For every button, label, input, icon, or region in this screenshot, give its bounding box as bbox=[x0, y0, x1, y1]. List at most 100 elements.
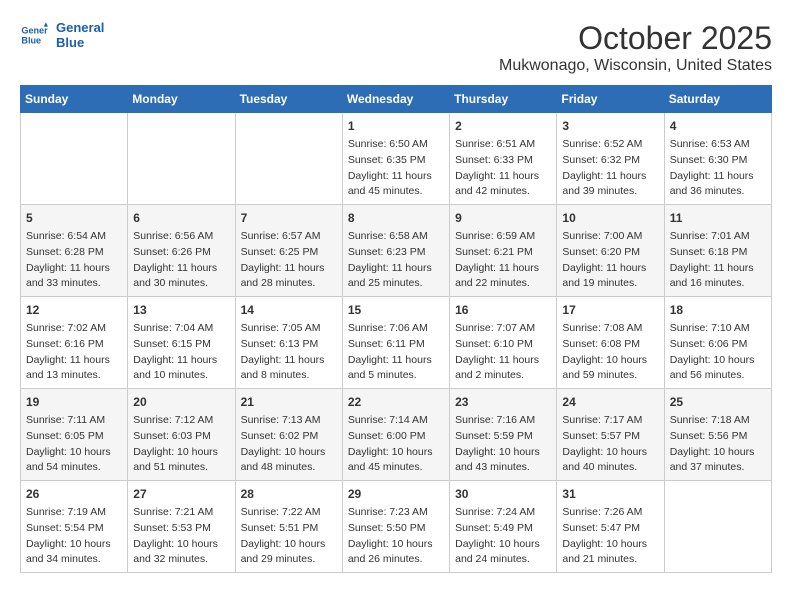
day-number: 7 bbox=[241, 209, 337, 227]
calendar-cell: 16 Sunrise: 7:07 AM Sunset: 6:10 PM Dayli… bbox=[450, 297, 557, 389]
day-info: Sunrise: 7:22 AM Sunset: 5:51 PM Dayligh… bbox=[241, 505, 337, 568]
day-info: Sunrise: 6:57 AM Sunset: 6:25 PM Dayligh… bbox=[241, 229, 337, 292]
day-number: 3 bbox=[562, 117, 658, 135]
calendar-cell bbox=[21, 113, 128, 205]
calendar-cell: 27Sunrise: 7:21 AM Sunset: 5:53 PM Dayli… bbox=[128, 481, 235, 573]
calendar-title: October 2025 bbox=[499, 20, 772, 57]
day-number: 17 bbox=[562, 301, 658, 319]
day-info: Sunrise: 6:58 AM Sunset: 6:23 PM Dayligh… bbox=[348, 229, 444, 292]
calendar-cell: 9Sunrise: 6:59 AM Sunset: 6:21 PM Daylig… bbox=[450, 205, 557, 297]
calendar-week-row: 1Sunrise: 6:50 AM Sunset: 6:35 PM Daylig… bbox=[21, 113, 772, 205]
calendar-cell: 18 Sunrise: 7:10 AM Sunset: 6:06 PM Dayli… bbox=[664, 297, 771, 389]
calendar-cell: 26 Sunrise: 7:19 AM Sunset: 5:54 PM Dayli… bbox=[21, 481, 128, 573]
day-number: 10 bbox=[562, 209, 658, 227]
logo: General Blue General Blue bbox=[20, 20, 104, 50]
day-info: Sunrise: 7:18 AM Sunset: 5:56 PM Dayligh… bbox=[670, 413, 766, 476]
weekday-header: Tuesday bbox=[235, 86, 342, 113]
day-number: 31 bbox=[562, 485, 658, 503]
day-number: 21 bbox=[241, 393, 337, 411]
day-info: Sunrise: 7:01 AM Sunset: 6:18 PM Dayligh… bbox=[670, 229, 766, 292]
calendar-cell: 1Sunrise: 6:50 AM Sunset: 6:35 PM Daylig… bbox=[342, 113, 449, 205]
day-info: Sunrise: 7:04 AM Sunset: 6:15 PM Dayligh… bbox=[133, 321, 229, 384]
day-info: Sunrise: 7:12 AM Sunset: 6:03 PM Dayligh… bbox=[133, 413, 229, 476]
day-number: 14 bbox=[241, 301, 337, 319]
day-number: 27 bbox=[133, 485, 229, 503]
day-info: Sunrise: 7:11 AM Sunset: 6:05 PM Dayligh… bbox=[26, 413, 122, 476]
calendar-body: 1Sunrise: 6:50 AM Sunset: 6:35 PM Daylig… bbox=[21, 113, 772, 573]
weekday-header: Monday bbox=[128, 86, 235, 113]
day-info: Sunrise: 6:56 AM Sunset: 6:26 PM Dayligh… bbox=[133, 229, 229, 292]
calendar-cell: 6 Sunrise: 6:56 AM Sunset: 6:26 PM Daylig… bbox=[128, 205, 235, 297]
calendar-cell: 13 Sunrise: 7:04 AM Sunset: 6:15 PM Dayli… bbox=[128, 297, 235, 389]
day-info: Sunrise: 6:52 AM Sunset: 6:32 PM Dayligh… bbox=[562, 137, 658, 200]
calendar-cell bbox=[235, 113, 342, 205]
calendar-cell: 7 Sunrise: 6:57 AM Sunset: 6:25 PM Daylig… bbox=[235, 205, 342, 297]
day-number: 25 bbox=[670, 393, 766, 411]
title-block: October 2025 Mukwonago, Wisconsin, Unite… bbox=[499, 20, 772, 75]
calendar-cell: 31 Sunrise: 7:26 AM Sunset: 5:47 PM Dayli… bbox=[557, 481, 664, 573]
svg-text:Blue: Blue bbox=[21, 35, 41, 45]
day-number: 8 bbox=[348, 209, 444, 227]
calendar-cell: 21Sunrise: 7:13 AM Sunset: 6:02 PM Dayli… bbox=[235, 389, 342, 481]
logo-icon: General Blue bbox=[20, 21, 48, 49]
day-number: 28 bbox=[241, 485, 337, 503]
day-number: 9 bbox=[455, 209, 551, 227]
day-info: Sunrise: 7:05 AM Sunset: 6:13 PM Dayligh… bbox=[241, 321, 337, 384]
day-info: Sunrise: 6:54 AM Sunset: 6:28 PM Dayligh… bbox=[26, 229, 122, 292]
day-info: Sunrise: 7:17 AM Sunset: 5:57 PM Dayligh… bbox=[562, 413, 658, 476]
calendar-cell: 11 Sunrise: 7:01 AM Sunset: 6:18 PM Dayli… bbox=[664, 205, 771, 297]
page-header: General Blue General Blue October 2025 M… bbox=[20, 20, 772, 75]
calendar-cell: 19 Sunrise: 7:11 AM Sunset: 6:05 PM Dayli… bbox=[21, 389, 128, 481]
calendar-cell: 23Sunrise: 7:16 AM Sunset: 5:59 PM Dayli… bbox=[450, 389, 557, 481]
calendar-cell: 3 Sunrise: 6:52 AM Sunset: 6:32 PM Daylig… bbox=[557, 113, 664, 205]
logo-text-line2: Blue bbox=[56, 35, 104, 50]
calendar-cell: 15 Sunrise: 7:06 AM Sunset: 6:11 PM Dayli… bbox=[342, 297, 449, 389]
day-number: 30 bbox=[455, 485, 551, 503]
calendar-cell: 12Sunrise: 7:02 AM Sunset: 6:16 PM Dayli… bbox=[21, 297, 128, 389]
day-info: Sunrise: 7:24 AM Sunset: 5:49 PM Dayligh… bbox=[455, 505, 551, 568]
day-info: Sunrise: 7:10 AM Sunset: 6:06 PM Dayligh… bbox=[670, 321, 766, 384]
day-number: 18 bbox=[670, 301, 766, 319]
day-number: 12 bbox=[26, 301, 122, 319]
weekday-header: Sunday bbox=[21, 86, 128, 113]
calendar-cell: 2 Sunrise: 6:51 AM Sunset: 6:33 PM Daylig… bbox=[450, 113, 557, 205]
day-info: Sunrise: 7:26 AM Sunset: 5:47 PM Dayligh… bbox=[562, 505, 658, 568]
calendar-week-row: 5 Sunrise: 6:54 AM Sunset: 6:28 PM Daylig… bbox=[21, 205, 772, 297]
day-info: Sunrise: 7:19 AM Sunset: 5:54 PM Dayligh… bbox=[26, 505, 122, 568]
day-number: 5 bbox=[26, 209, 122, 227]
calendar-cell: 4 Sunrise: 6:53 AM Sunset: 6:30 PM Daylig… bbox=[664, 113, 771, 205]
calendar-cell: 29Sunrise: 7:23 AM Sunset: 5:50 PM Dayli… bbox=[342, 481, 449, 573]
day-info: Sunrise: 7:14 AM Sunset: 6:00 PM Dayligh… bbox=[348, 413, 444, 476]
calendar-table: SundayMondayTuesdayWednesdayThursdayFrid… bbox=[20, 85, 772, 573]
day-number: 20 bbox=[133, 393, 229, 411]
calendar-cell: 14 Sunrise: 7:05 AM Sunset: 6:13 PM Dayli… bbox=[235, 297, 342, 389]
day-info: Sunrise: 7:06 AM Sunset: 6:11 PM Dayligh… bbox=[348, 321, 444, 384]
calendar-cell bbox=[664, 481, 771, 573]
day-number: 13 bbox=[133, 301, 229, 319]
svg-text:General: General bbox=[21, 26, 48, 36]
weekday-header: Thursday bbox=[450, 86, 557, 113]
day-number: 15 bbox=[348, 301, 444, 319]
weekday-header: Saturday bbox=[664, 86, 771, 113]
day-number: 11 bbox=[670, 209, 766, 227]
calendar-week-row: 12Sunrise: 7:02 AM Sunset: 6:16 PM Dayli… bbox=[21, 297, 772, 389]
day-info: Sunrise: 6:53 AM Sunset: 6:30 PM Dayligh… bbox=[670, 137, 766, 200]
day-number: 4 bbox=[670, 117, 766, 135]
day-number: 24 bbox=[562, 393, 658, 411]
weekday-header: Friday bbox=[557, 86, 664, 113]
day-number: 16 bbox=[455, 301, 551, 319]
day-number: 2 bbox=[455, 117, 551, 135]
day-number: 6 bbox=[133, 209, 229, 227]
day-info: Sunrise: 6:51 AM Sunset: 6:33 PM Dayligh… bbox=[455, 137, 551, 200]
calendar-cell: 24 Sunrise: 7:17 AM Sunset: 5:57 PM Dayli… bbox=[557, 389, 664, 481]
day-number: 26 bbox=[26, 485, 122, 503]
calendar-cell: 17Sunrise: 7:08 AM Sunset: 6:08 PM Dayli… bbox=[557, 297, 664, 389]
day-info: Sunrise: 7:16 AM Sunset: 5:59 PM Dayligh… bbox=[455, 413, 551, 476]
calendar-week-row: 26 Sunrise: 7:19 AM Sunset: 5:54 PM Dayli… bbox=[21, 481, 772, 573]
day-number: 19 bbox=[26, 393, 122, 411]
calendar-cell: 20 Sunrise: 7:12 AM Sunset: 6:03 PM Dayli… bbox=[128, 389, 235, 481]
calendar-subtitle: Mukwonago, Wisconsin, United States bbox=[499, 57, 772, 75]
calendar-cell: 22Sunrise: 7:14 AM Sunset: 6:00 PM Dayli… bbox=[342, 389, 449, 481]
day-info: Sunrise: 7:07 AM Sunset: 6:10 PM Dayligh… bbox=[455, 321, 551, 384]
calendar-header: SundayMondayTuesdayWednesdayThursdayFrid… bbox=[21, 86, 772, 113]
